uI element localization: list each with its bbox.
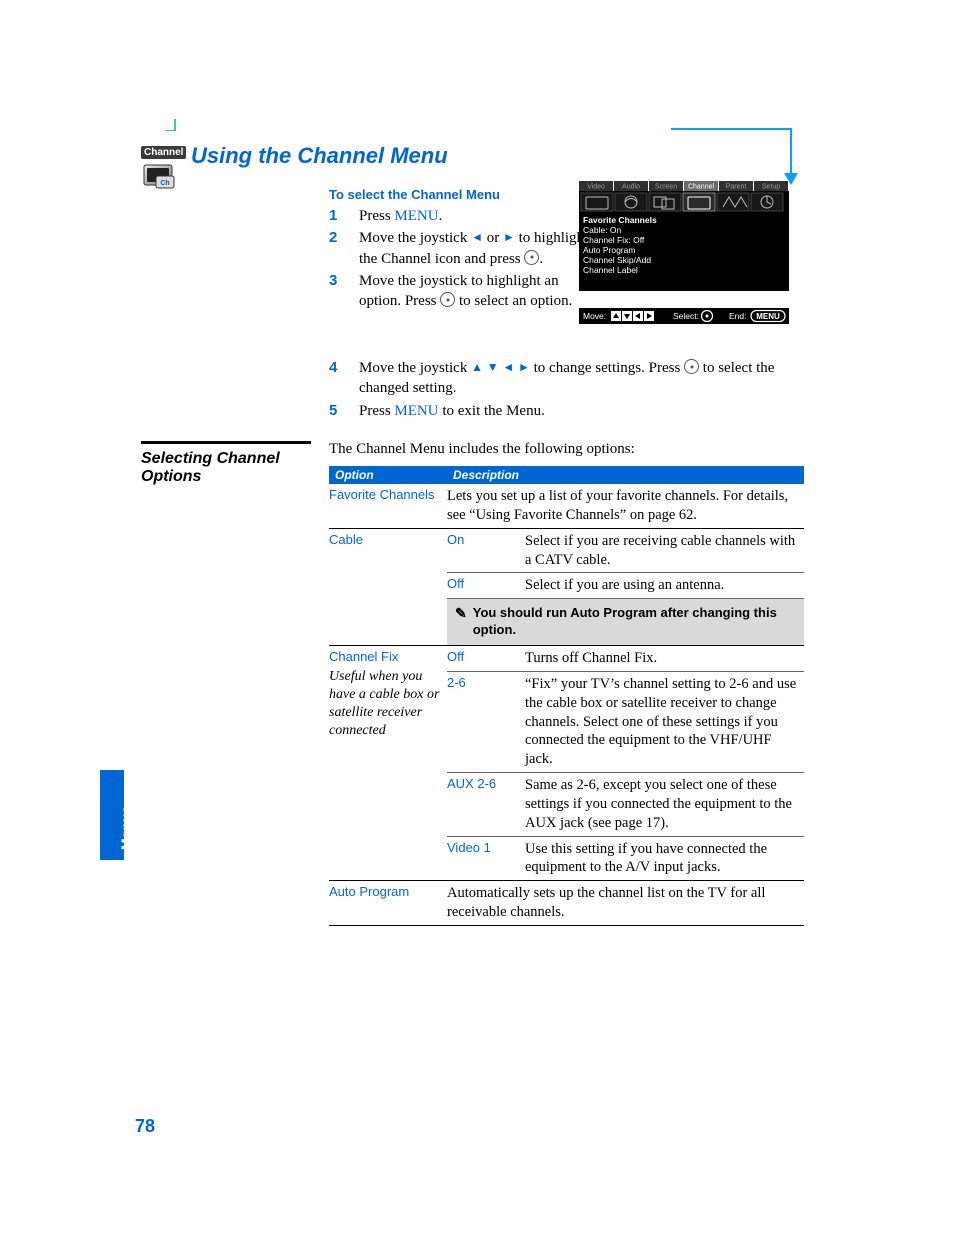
svg-text:Select:: Select: <box>673 311 699 321</box>
menu-ref: MENU <box>394 403 438 419</box>
press-joystick-icon <box>524 250 539 265</box>
step-2-pre: Move the joystick <box>359 230 471 246</box>
opt-channel-fix: Channel Fix <box>329 649 441 666</box>
col-description: Description <box>447 466 804 484</box>
step-2: 2 Move the joystick ◄ or ► to highlight … <box>329 228 589 269</box>
opt-favorite: Favorite Channels <box>329 484 447 528</box>
channel-badge-label: Channel <box>141 146 186 159</box>
side-tab-label: Menus <box>118 806 134 850</box>
svg-text:MENU: MENU <box>756 312 780 321</box>
step-5-post: to exit the Menu. <box>439 403 545 419</box>
opt-cf-off-desc: Turns off Channel Fix. <box>525 646 804 671</box>
opt-favorite-desc: Lets you set up a list of your favorite … <box>447 484 804 528</box>
channel-options-table: Option Description Favorite Channels Let… <box>329 466 804 926</box>
step-4-num: 4 <box>329 358 359 378</box>
svg-text:End:: End: <box>729 311 747 321</box>
opt-cf-off: Off <box>447 646 525 671</box>
step-1-pre: Press <box>359 208 394 224</box>
step-3: 3 Move the joystick to highlight an opti… <box>329 271 589 312</box>
col-option: Option <box>329 466 447 484</box>
svg-text:Setup: Setup <box>762 184 780 191</box>
arrow-right-icon: ► <box>518 360 530 374</box>
arrow-left-icon: ◄ <box>502 360 514 374</box>
svg-text:Channel Skip/Add: Channel Skip/Add <box>583 255 651 265</box>
svg-text:Move:: Move: <box>583 311 606 321</box>
cable-note: ✎ You should run Auto Program after chan… <box>447 599 804 645</box>
step-3-post: to select an option. <box>455 293 572 309</box>
opt-cable: Cable <box>329 529 447 646</box>
step-4: 4 Move the joystick ▲ ▼ ◄ ► to change se… <box>329 358 804 399</box>
arrow-down-icon: ▼ <box>487 360 499 374</box>
svg-text:Screen: Screen <box>655 184 677 191</box>
step-4-pre: Move the joystick <box>359 360 471 376</box>
svg-text:Ch: Ch <box>160 180 169 187</box>
cable-note-text: You should run Auto Program after changi… <box>473 605 796 639</box>
svg-text:Cable: On: Cable: On <box>583 225 622 235</box>
svg-text:Channel: Channel <box>688 184 715 191</box>
opt-channel-fix-note: Useful when you have a cable box or sate… <box>329 668 441 741</box>
opt-cable-on-desc: Select if you are receiving cable channe… <box>525 529 804 573</box>
step-5: 5 Press MENU to exit the Menu. <box>329 401 804 421</box>
select-channel-menu-title: To select the Channel Menu <box>329 187 589 202</box>
step-2-mid: or <box>483 230 503 246</box>
opt-cf-v1-desc: Use this setting if you have connected t… <box>525 837 804 881</box>
press-joystick-icon <box>440 292 455 307</box>
step-5-num: 5 <box>329 401 359 421</box>
svg-text:Auto Program: Auto Program <box>583 245 635 255</box>
channel-badge: Channel Ch <box>141 143 181 197</box>
step-3-num: 3 <box>329 271 359 291</box>
svg-text:Parent: Parent <box>726 184 747 191</box>
opt-cf-26: 2-6 <box>447 672 525 773</box>
step-2-num: 2 <box>329 228 359 248</box>
osd-preview: Video Audio Screen Channel Parent Setup <box>579 153 789 343</box>
step-1: 1 Press MENU. <box>329 206 589 226</box>
arrow-right-icon: ► <box>503 230 515 244</box>
note-icon: ✎ <box>455 606 467 620</box>
crop-mark <box>165 119 181 131</box>
opt-cf-v1: Video 1 <box>447 837 525 881</box>
svg-text:Video: Video <box>587 184 605 191</box>
step-4-mid: to change settings. Press <box>530 360 684 376</box>
step-1-post: . <box>439 208 443 224</box>
menu-ref: MENU <box>394 208 438 224</box>
svg-text:Channel Fix: Off: Channel Fix: Off <box>583 235 645 245</box>
arrow-up-icon: ▲ <box>471 360 483 374</box>
opt-cable-on: On <box>447 529 525 573</box>
side-tab: Menus <box>100 770 124 860</box>
opt-cf-aux-desc: Same as 2-6, except you select one of th… <box>525 773 804 836</box>
section-channel-options-title: Selecting Channel Options <box>141 450 311 486</box>
step-1-num: 1 <box>329 206 359 226</box>
opt-cable-off-desc: Select if you are using an antenna. <box>525 573 804 598</box>
tv-channel-icon: Ch <box>141 162 179 192</box>
svg-text:Channel Label: Channel Label <box>583 265 638 275</box>
press-joystick-icon <box>684 359 699 374</box>
svg-text:Audio: Audio <box>622 184 640 191</box>
opt-auto-program-desc: Automatically sets up the channel list o… <box>447 881 804 925</box>
opt-auto-program: Auto Program <box>329 881 447 925</box>
svg-text:Favorite Channels: Favorite Channels <box>583 215 657 225</box>
section-channel-options-intro: The Channel Menu includes the following … <box>329 441 804 458</box>
opt-cf-26-desc: “Fix” your TV’s channel setting to 2-6 a… <box>525 672 804 773</box>
opt-cf-aux: AUX 2-6 <box>447 773 525 836</box>
opt-cable-off: Off <box>447 573 525 598</box>
step-5-pre: Press <box>359 403 394 419</box>
arrow-left-icon: ◄ <box>471 230 483 244</box>
page-number: 78 <box>135 1116 155 1137</box>
